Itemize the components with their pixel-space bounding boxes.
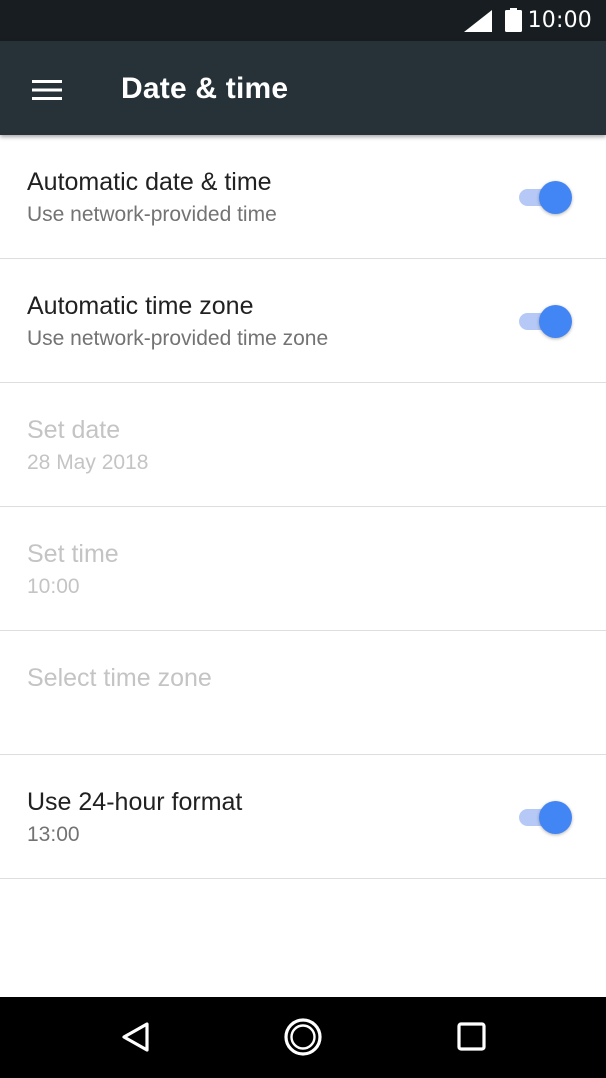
pref-set-time[interactable]: Set time 10:00 xyxy=(0,507,606,631)
pref-select-time-zone[interactable]: Select time zone xyxy=(0,631,606,755)
navigation-bar xyxy=(0,997,606,1078)
settings-list: Automatic date & time Use network-provid… xyxy=(0,135,606,879)
switch-thumb xyxy=(539,801,572,834)
pref-title: Automatic date & time xyxy=(27,168,272,196)
pref-automatic-time-zone[interactable]: Automatic time zone Use network-provided… xyxy=(0,259,606,383)
menu-button[interactable] xyxy=(18,65,76,115)
recents-button[interactable] xyxy=(441,1009,501,1065)
cell-signal-icon xyxy=(464,10,492,32)
pref-summary: Use network-provided time xyxy=(27,203,277,226)
pref-summary: 10:00 xyxy=(27,575,80,598)
recents-square-icon xyxy=(457,1022,486,1051)
screen: 10:00 Date & time Automatic date & time … xyxy=(0,0,606,1078)
status-time: 10:00 xyxy=(527,8,592,33)
pref-title: Set date xyxy=(27,416,121,444)
pref-set-date[interactable]: Set date 28 May 2018 xyxy=(0,383,606,507)
switch-thumb xyxy=(539,305,572,338)
status-bar: 10:00 xyxy=(0,0,606,41)
pref-title: Use 24-hour format xyxy=(27,788,243,816)
home-button[interactable] xyxy=(273,1009,333,1065)
battery-icon xyxy=(505,8,522,32)
pref-automatic-date-time[interactable]: Automatic date & time Use network-provid… xyxy=(0,135,606,259)
pref-summary: Use network-provided time zone xyxy=(27,327,329,350)
pref-summary: 28 May 2018 xyxy=(27,451,149,474)
back-triangle-icon xyxy=(122,1022,149,1052)
use-24-hour-format-switch[interactable] xyxy=(517,800,575,834)
switch-thumb xyxy=(539,181,572,214)
pref-use-24-hour-format[interactable]: Use 24-hour format 13:00 xyxy=(0,755,606,879)
automatic-date-time-switch[interactable] xyxy=(517,180,575,214)
pref-title: Automatic time zone xyxy=(27,292,254,320)
pref-summary: 13:00 xyxy=(27,823,80,846)
home-circle-icon xyxy=(284,1018,322,1056)
automatic-time-zone-switch[interactable] xyxy=(517,304,575,338)
pref-title: Select time zone xyxy=(27,664,212,692)
page-title: Date & time xyxy=(121,72,289,105)
app-toolbar: Date & time xyxy=(0,41,606,135)
pref-title: Set time xyxy=(27,540,119,568)
menu-icon xyxy=(32,80,62,100)
back-button[interactable] xyxy=(105,1009,165,1065)
